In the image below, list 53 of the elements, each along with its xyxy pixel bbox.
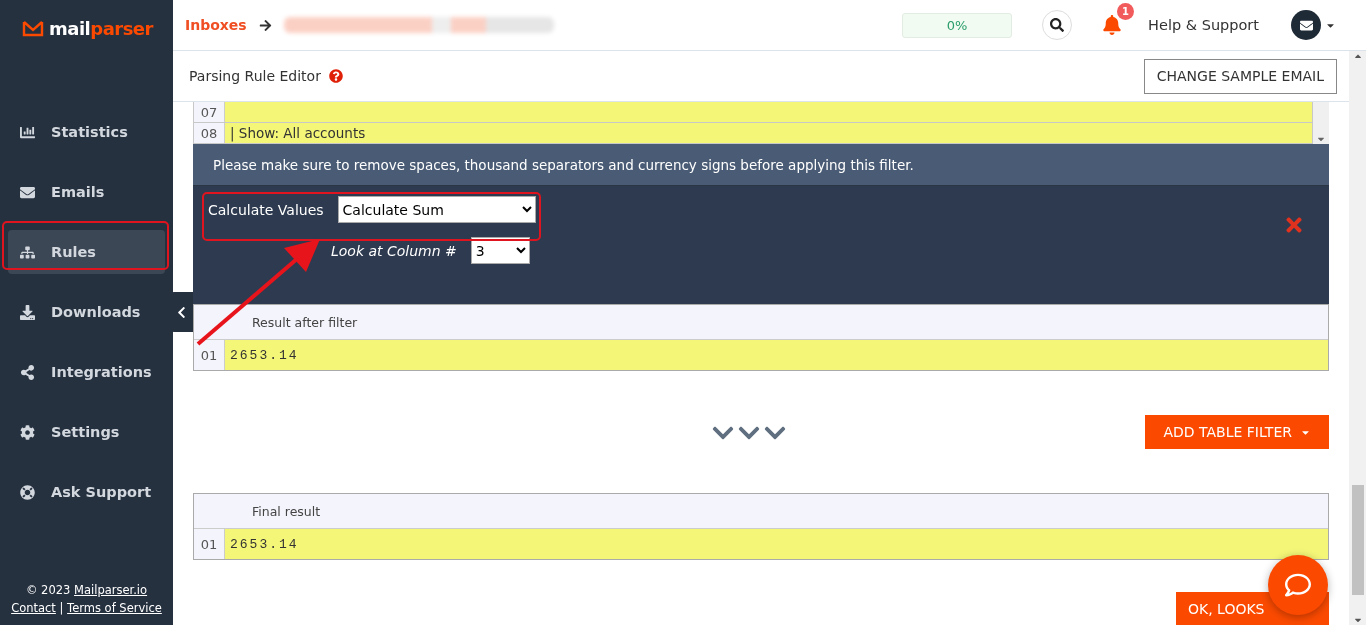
panel-title: Final result xyxy=(194,494,1328,529)
sidebar-item[interactable]: Settings xyxy=(8,410,165,454)
sidebar-item[interactable]: Emails xyxy=(8,170,165,214)
notification-count: 1 xyxy=(1117,3,1135,20)
account-avatar[interactable] xyxy=(1291,10,1321,40)
settings-icon xyxy=(20,424,35,440)
sidebar-item[interactable]: Ask Support xyxy=(8,470,165,514)
line-number: 07 xyxy=(194,102,225,122)
result-cell: 2653.14 xyxy=(225,529,1328,559)
sidebar-item[interactable]: Downloads xyxy=(8,290,165,334)
envelope-icon xyxy=(1299,18,1313,32)
sidebar-item[interactable]: Rules xyxy=(8,230,165,274)
line-number: 01 xyxy=(194,340,225,370)
scrollbar-thumb[interactable] xyxy=(1351,485,1364,595)
progress-bar: 0% xyxy=(902,12,1013,38)
sidebar-item[interactable]: Statistics xyxy=(8,110,165,154)
page-title: Parsing Rule Editor xyxy=(189,68,321,84)
mailparser-logo[interactable]: mailparser xyxy=(0,0,173,56)
speech-bubble-icon xyxy=(1285,572,1311,598)
arrow-right-icon xyxy=(258,18,272,32)
copyright-text: © 2023 xyxy=(25,583,71,597)
column-label: Look at Column # xyxy=(331,242,457,259)
share-icon xyxy=(20,364,35,380)
bell-icon[interactable] xyxy=(1102,15,1123,35)
scrollbar[interactable] xyxy=(1313,102,1329,144)
life-ring-icon xyxy=(20,484,35,500)
calculate-label: Calculate Values xyxy=(208,201,324,218)
sitemap-icon xyxy=(20,244,35,260)
line-number: 08 xyxy=(194,123,225,143)
line-number: 01 xyxy=(194,529,225,559)
help-icon[interactable] xyxy=(328,69,343,83)
column-select[interactable]: 3 xyxy=(470,237,530,264)
bar-chart-icon xyxy=(20,124,35,140)
envelope-icon xyxy=(22,19,44,37)
site-link[interactable]: Mailparser.io xyxy=(74,583,148,597)
download-icon xyxy=(20,304,35,320)
filter-notice: Please make sure to remove spaces, thousand separators and currency signs before applying this filter. xyxy=(193,144,1329,186)
result-cell: 2653.14 xyxy=(225,340,1328,370)
source-cell: | Show: All accounts xyxy=(225,123,1312,143)
calculation-select[interactable]: Calculate Sum xyxy=(337,196,536,223)
breadcrumb-link[interactable]: Inboxes xyxy=(185,17,247,33)
contact-link[interactable]: Contact xyxy=(11,601,56,615)
link-separator: | xyxy=(59,601,64,615)
scrollbar[interactable] xyxy=(1349,51,1366,625)
sidebar-item[interactable]: Integrations xyxy=(8,350,165,394)
envelope-icon xyxy=(20,184,35,200)
terms-link[interactable]: Terms of Service xyxy=(67,601,162,615)
help-link[interactable]: Help & Support xyxy=(1148,17,1259,33)
chevron-left-icon xyxy=(175,305,188,319)
change-sample-button[interactable]: CHANGE SAMPLE EMAIL xyxy=(1143,58,1337,94)
collapse-button[interactable] xyxy=(170,292,193,332)
panel-title: Result after filter xyxy=(194,305,1328,340)
search-icon xyxy=(1050,18,1065,32)
